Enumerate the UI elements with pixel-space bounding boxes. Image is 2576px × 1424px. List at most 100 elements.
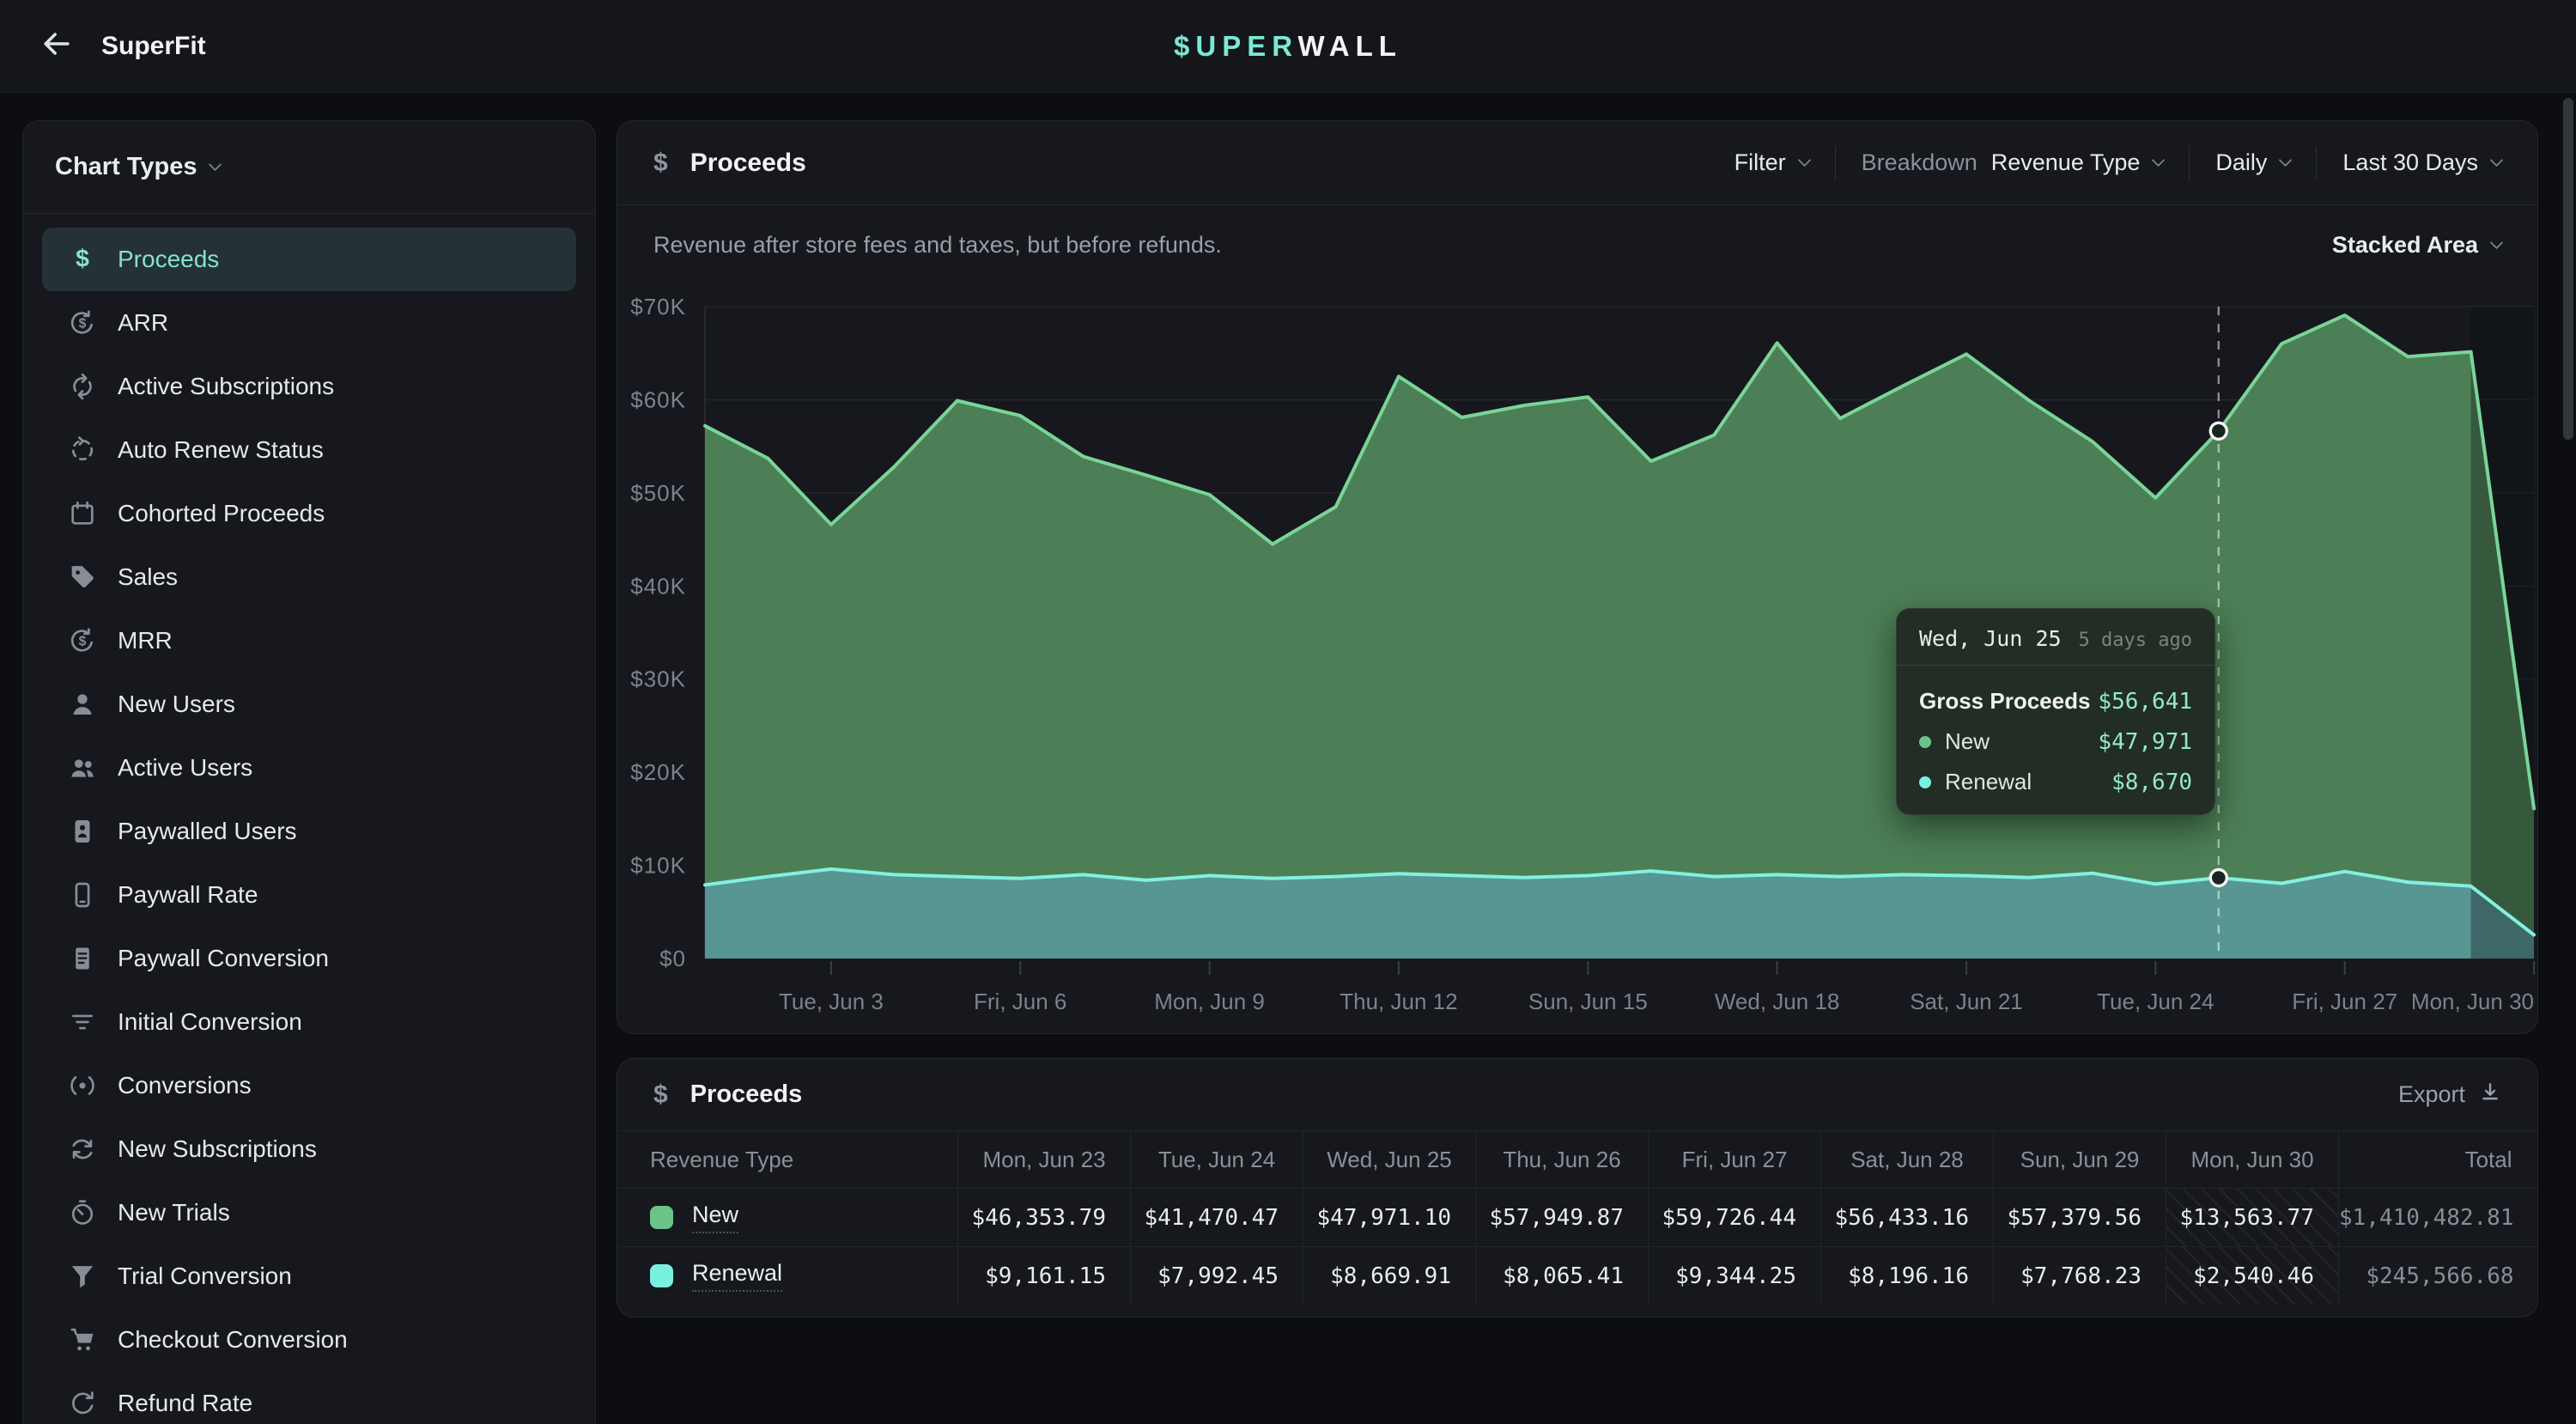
- series-label[interactable]: Renewal: [692, 1260, 782, 1292]
- new-series-dot: [1919, 736, 1931, 748]
- user-icon: [68, 690, 97, 719]
- dashed-cycle-icon: [68, 435, 97, 465]
- table-cell: $8,669.91: [1303, 1246, 1475, 1305]
- sidebar-item-paywall-conversion[interactable]: Paywall Conversion: [42, 927, 576, 990]
- svg-text:$: $: [79, 635, 87, 649]
- sidebar-item-label: New Users: [118, 691, 235, 718]
- chevron-down-icon: [2152, 154, 2166, 167]
- breakdown-dropdown[interactable]: Breakdown Revenue Type: [1862, 149, 2164, 176]
- sidebar-item-sales[interactable]: Sales: [42, 545, 576, 609]
- chart-panel-header: $ Proceeds Filter Breakdown Revenue Type…: [617, 121, 2537, 205]
- svg-text:Mon, Jun 30: Mon, Jun 30: [2411, 989, 2534, 1014]
- divider: [1835, 146, 1836, 180]
- sidebar-item-label: New Subscriptions: [118, 1135, 317, 1163]
- svg-text:$10K: $10K: [630, 853, 686, 879]
- series-label[interactable]: New: [692, 1202, 738, 1233]
- table-panel-title: Proceeds: [690, 1080, 803, 1109]
- cart-icon: [68, 1325, 97, 1354]
- receipt-icon: [68, 944, 97, 973]
- sidebar-item-refund-rate[interactable]: Refund Rate: [42, 1372, 576, 1424]
- sidebar-item-proceeds[interactable]: $Proceeds: [42, 228, 576, 291]
- svg-text:Thu, Jun 12: Thu, Jun 12: [1340, 989, 1457, 1014]
- sidebar-item-label: Paywall Conversion: [118, 945, 329, 972]
- filter-dropdown[interactable]: Filter: [1735, 149, 1809, 176]
- date-range-dropdown[interactable]: Last 30 Days: [2342, 149, 2501, 176]
- sidebar-item-label: Auto Renew Status: [118, 436, 324, 464]
- sidebar-item-initial-conversion[interactable]: Initial Conversion: [42, 990, 576, 1054]
- sidebar-item-new-subscriptions[interactable]: New Subscriptions: [42, 1117, 576, 1181]
- chart-subtitle: Revenue after store fees and taxes, but …: [653, 232, 1222, 259]
- table-col-header: Mon, Jun 23: [957, 1131, 1130, 1188]
- dollar-icon: $: [653, 1080, 668, 1110]
- proceeds-table-panel: $ Proceeds Export Revenue TypeMon, Jun 2…: [617, 1058, 2538, 1318]
- proceeds-table: Revenue TypeMon, Jun 23Tue, Jun 24Wed, J…: [617, 1131, 2537, 1305]
- dollar-cycle-icon: $: [68, 626, 97, 655]
- svg-text:$70K: $70K: [630, 294, 686, 319]
- sidebar-item-conversions[interactable]: Conversions: [42, 1054, 576, 1117]
- svg-text:$60K: $60K: [630, 386, 686, 412]
- table-row-label-renewal: Renewal: [617, 1246, 957, 1305]
- sidebar-item-new-trials[interactable]: New Trials: [42, 1181, 576, 1244]
- svg-text:Wed, Jun 18: Wed, Jun 18: [1715, 989, 1840, 1014]
- sidebar-item-label: Refund Rate: [118, 1390, 252, 1417]
- sidebar-item-label: Trial Conversion: [118, 1263, 292, 1290]
- svg-text:Fri, Jun 6: Fri, Jun 6: [974, 989, 1066, 1014]
- dollar-cycle-icon: $: [68, 308, 97, 338]
- tag-icon: [68, 563, 97, 592]
- sidebar-item-active-users[interactable]: Active Users: [42, 736, 576, 800]
- table-cell: $56,433.16: [1820, 1188, 1993, 1246]
- table-col-header: Total: [2338, 1131, 2538, 1188]
- svg-text:Mon, Jun 9: Mon, Jun 9: [1154, 989, 1265, 1014]
- renewal-series-dot: [1919, 776, 1931, 788]
- table-cell: $47,971.10: [1303, 1188, 1475, 1246]
- tooltip-date: Wed, Jun 25: [1919, 626, 2062, 651]
- table-col-header: Revenue Type: [617, 1131, 957, 1188]
- chart-subtitle-row: Revenue after store fees and taxes, but …: [617, 205, 2537, 284]
- tooltip-header: Wed, Jun 25 5 days ago: [1897, 609, 2215, 666]
- granularity-dropdown[interactable]: Daily: [2215, 149, 2290, 176]
- sidebar-item-label: Active Subscriptions: [118, 373, 334, 400]
- svg-text:$50K: $50K: [630, 480, 686, 506]
- logo-secondary: WALL: [1297, 30, 1401, 62]
- table-cell: $7,992.45: [1130, 1246, 1303, 1305]
- table-col-header: Tue, Jun 24: [1130, 1131, 1303, 1188]
- table-cell: $13,563.77: [2166, 1188, 2338, 1246]
- table-col-header: Sat, Jun 28: [1820, 1131, 1993, 1188]
- svg-text:Fri, Jun 27: Fri, Jun 27: [2292, 989, 2397, 1014]
- table-cell: $9,161.15: [957, 1246, 1130, 1305]
- chart-controls: Filter Breakdown Revenue Type Daily Last…: [1735, 146, 2501, 180]
- sidebar-item-active-subscriptions[interactable]: Active Subscriptions: [42, 355, 576, 418]
- table-cell: $2,540.46: [2166, 1246, 2338, 1305]
- chart-types-header[interactable]: Chart Types: [23, 121, 595, 214]
- arrow-left-icon: [38, 25, 76, 67]
- filter-lines-icon: [68, 1007, 97, 1037]
- export-button[interactable]: Export: [2398, 1080, 2501, 1109]
- sidebar-item-new-users[interactable]: New Users: [42, 672, 576, 736]
- sidebar-item-arr[interactable]: $ARR: [42, 291, 576, 355]
- chart-type-dropdown[interactable]: Stacked Area: [2332, 232, 2501, 259]
- sidebar-item-cohorted-proceeds[interactable]: Cohorted Proceeds: [42, 482, 576, 545]
- superwall-dashboard: SuperFit $UPERWALL Chart Types $Proceeds…: [0, 0, 2576, 1424]
- table-cell: $7,768.23: [1993, 1246, 2166, 1305]
- chevron-down-icon: [1797, 154, 1811, 167]
- divider: [2189, 146, 2190, 180]
- chevron-down-icon: [2279, 154, 2293, 167]
- sidebar-item-trial-conversion[interactable]: Trial Conversion: [42, 1244, 576, 1308]
- chart-types-sidebar: Chart Types $Proceeds$ARR Active Subscrip…: [22, 120, 596, 1424]
- tooltip-body: Gross Proceeds $56,641 New $47,971 Renew…: [1897, 666, 2215, 814]
- sidebar-item-mrr[interactable]: $MRR: [42, 609, 576, 672]
- sidebar-item-label: Active Users: [118, 754, 252, 782]
- sidebar-item-auto-renew-status[interactable]: Auto Renew Status: [42, 418, 576, 482]
- table-row-label-new: New: [617, 1188, 957, 1246]
- page-scrollbar[interactable]: [2563, 98, 2573, 440]
- sidebar-item-paywalled-users[interactable]: Paywalled Users: [42, 800, 576, 863]
- table-cell: $46,353.79: [957, 1188, 1130, 1246]
- svg-text:Tue, Jun 3: Tue, Jun 3: [779, 989, 884, 1014]
- sidebar-item-label: Paywall Rate: [118, 881, 258, 909]
- sidebar-item-paywall-rate[interactable]: Paywall Rate: [42, 863, 576, 927]
- sidebar-item-checkout-conversion[interactable]: Checkout Conversion: [42, 1308, 576, 1372]
- chart-types-title: Chart Types: [55, 153, 197, 181]
- stacked-area-chart[interactable]: $0$10K$20K$30K$40K$50K$60K$70KTue, Jun 3…: [617, 284, 2539, 1035]
- back-button[interactable]: [38, 27, 76, 65]
- calendar-icon: [68, 499, 97, 528]
